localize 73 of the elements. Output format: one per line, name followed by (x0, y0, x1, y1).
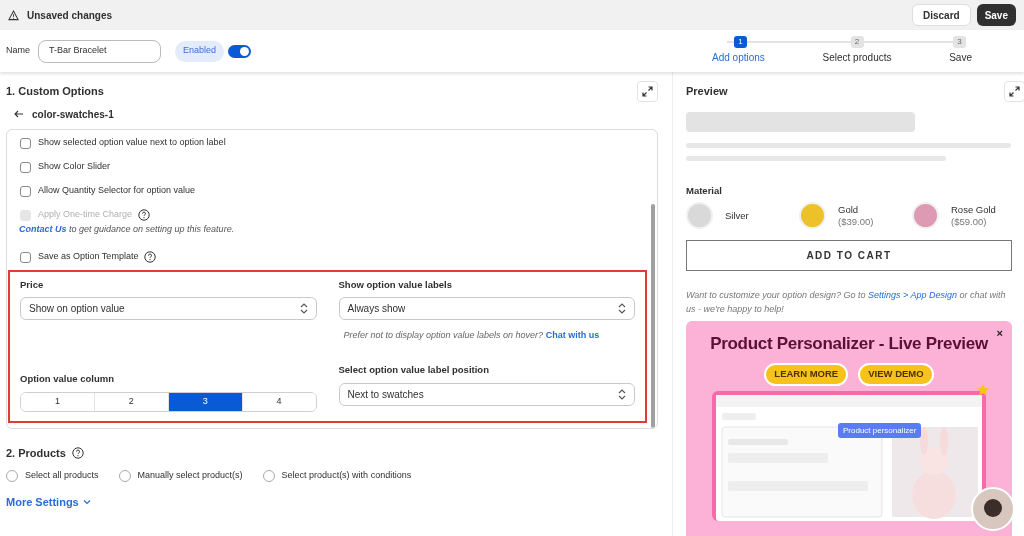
discard-button[interactable]: Discard (911, 4, 971, 26)
app-design-link[interactable]: Settings > App Design (867, 290, 957, 301)
banner-title: Product Personalizer - Live Preview (710, 333, 988, 356)
column-option[interactable]: 3 (167, 392, 242, 411)
step-label[interactable]: Add options (712, 50, 765, 65)
add-to-cart-button[interactable]: ADD TO CART (686, 240, 1012, 272)
select-field[interactable]: Next to swatches (338, 382, 635, 406)
status-badge: Enabled (175, 40, 225, 62)
radio-label: Select all products (25, 469, 99, 482)
step-number: 2 (850, 36, 864, 48)
radio-label: Manually select product(s) (137, 469, 243, 482)
star-icon (976, 383, 990, 398)
toggle-switch[interactable] (228, 44, 252, 58)
name-label: Name (6, 44, 30, 58)
step-label[interactable]: Select products (822, 50, 892, 65)
banner-button[interactable]: LEARN MORE (764, 362, 849, 386)
checkbox[interactable] (20, 137, 31, 149)
chevron-up-down-icon (618, 388, 626, 400)
attribute-label: Material (686, 184, 723, 198)
step-number: 3 (953, 36, 966, 48)
close-button[interactable]: × (996, 328, 1003, 340)
checkbox[interactable] (20, 185, 31, 197)
step-label[interactable]: Save (949, 50, 972, 65)
select-field[interactable]: Always show (338, 297, 635, 321)
step-number: 1 (734, 36, 747, 48)
field-label: Show option value labels (338, 278, 453, 292)
page-title: Unsaved changes (27, 8, 113, 23)
help-icon[interactable] (71, 447, 84, 459)
more-settings-link[interactable]: More Settings (6, 493, 91, 510)
color-swatch[interactable] (799, 202, 826, 230)
expand-button[interactable] (637, 81, 658, 102)
select-field[interactable]: Show on option value (20, 297, 317, 321)
column-option[interactable]: 4 (241, 392, 316, 411)
checkbox-label: Allow Quantity Selector for option value (38, 184, 196, 198)
checkbox-label: Save as Option Template (38, 250, 139, 264)
chevron-up-down-icon (618, 303, 626, 315)
checkbox-label: Show selected option value next to option label (38, 136, 226, 150)
option-name: color-swatches-1 (32, 107, 114, 122)
swatch-name: Silver (725, 209, 749, 222)
help-icon[interactable] (144, 251, 157, 263)
field-label: Price (20, 278, 45, 292)
radio-label: Select product(s) with conditions (281, 469, 412, 482)
warning-icon (8, 9, 19, 21)
contact-link[interactable]: Contact Us (19, 224, 67, 234)
expand-icon[interactable] (642, 86, 653, 97)
checkbox-label: Apply One-time Charge (38, 208, 133, 222)
color-swatch[interactable] (912, 202, 939, 230)
banner-button[interactable]: VIEW DEMO (858, 362, 934, 386)
swatch-name: Rose Gold (951, 203, 996, 216)
expand-icon[interactable] (1009, 86, 1020, 97)
feature-tag: Product personalizer (838, 423, 922, 439)
section-title: 1. Custom Options (6, 84, 104, 100)
field-label: Select option value label position (338, 363, 490, 378)
swatch-price: ($39.00) (838, 215, 874, 228)
checkbox[interactable] (20, 161, 31, 173)
expand-button[interactable] (1004, 81, 1024, 102)
checkbox[interactable] (20, 251, 31, 263)
color-swatch[interactable] (686, 202, 713, 230)
checkbox-label: Show Color Slider (38, 160, 111, 174)
customize-note: Want to customize your option design? Go to Settings > App Design or chat with us - we're happy to help! (686, 289, 1007, 317)
guidance-text: Contact Us to get guidance on setting up this feature. (19, 223, 236, 235)
hint-text: Prefer not to display option value labels on hover? Chat with us (342, 329, 601, 343)
chat-link[interactable]: Chat with us (545, 330, 600, 341)
chevron-down-icon (82, 498, 91, 505)
back-arrow-icon[interactable] (14, 110, 24, 118)
section-title: 2. Products (6, 445, 66, 461)
swatch-price: ($59.00) (951, 215, 988, 228)
preview-title: Preview (686, 84, 728, 100)
chevron-up-down-icon (299, 303, 308, 315)
name-field[interactable]: T-Bar Bracelet (38, 39, 161, 63)
field-label: Option value column (20, 372, 115, 387)
save-button[interactable]: Save (976, 4, 1016, 26)
swatch-name: Gold (838, 203, 860, 216)
